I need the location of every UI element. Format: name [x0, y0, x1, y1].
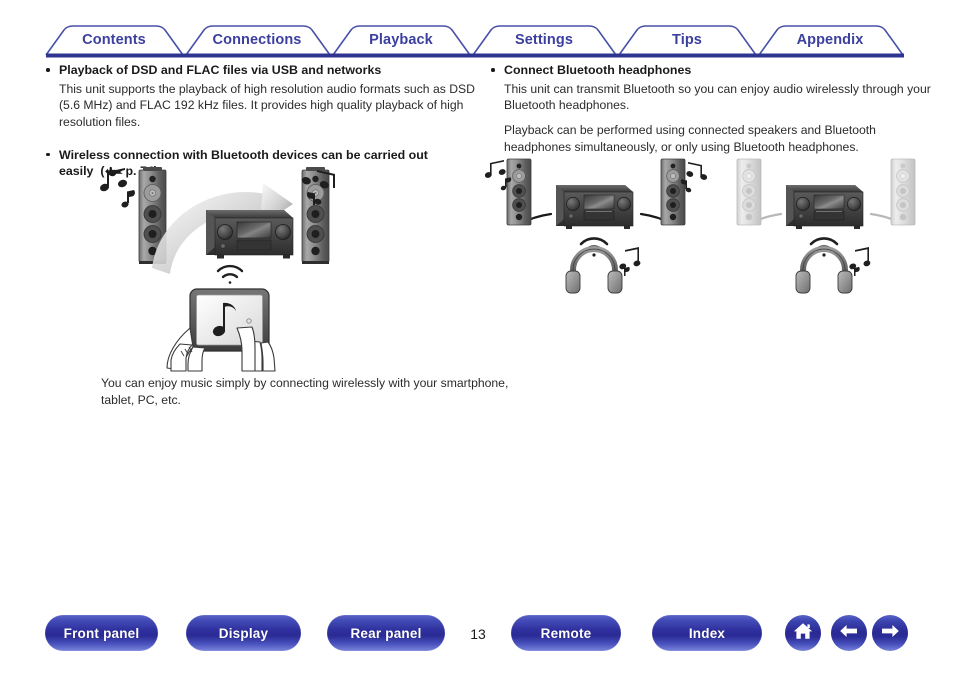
bullet-block-dsd-flac: Playback of DSD and FLAC files via USB a…: [42, 62, 492, 131]
tab-playback[interactable]: Playback: [369, 32, 433, 48]
tab-contents[interactable]: Contents: [82, 32, 146, 48]
previous-page-button[interactable]: [831, 615, 867, 651]
rear-panel-button[interactable]: Rear panel: [327, 615, 445, 651]
tab-connections[interactable]: Connections: [213, 32, 302, 48]
left-caption-text: You can enjoy music simply by connecting…: [101, 376, 509, 408]
top-tab-bar: Contents Connections Playback Settings T…: [0, 0, 954, 62]
right-speaker-muted: [890, 158, 916, 226]
home-icon: [792, 621, 814, 646]
heading-text: Connect Bluetooth headphones: [504, 63, 692, 77]
bullet-dot: [491, 68, 495, 72]
paragraph-bt-headphones-2: Playback can be performed using connecte…: [504, 123, 876, 154]
heading-dsd-flac: Playback of DSD and FLAC files via USB a…: [42, 62, 492, 79]
bullet-block-bt-headphones: Connect Bluetooth headphones This unit c…: [487, 62, 937, 156]
headphones-only-illustration: [715, 154, 937, 294]
heading-bt-headphones: Connect Bluetooth headphones: [487, 62, 937, 79]
av-receiver-left: [206, 210, 294, 259]
tab-appendix[interactable]: Appendix: [797, 32, 864, 48]
display-button[interactable]: Display: [186, 615, 301, 651]
av-receiver-center: [556, 185, 634, 229]
music-notes-left: [100, 168, 135, 208]
paragraph-bt-headphones-1: This unit can transmit Bluetooth so you …: [504, 81, 931, 113]
left-column: Playback of DSD and FLAC files via USB a…: [42, 62, 508, 407]
arrow-right-icon: [879, 622, 901, 645]
left-speaker-active: [506, 158, 532, 226]
arrow-left-icon: [838, 622, 860, 645]
tab-bar-shape: [45, 25, 904, 58]
tab-settings[interactable]: Settings: [515, 32, 573, 48]
bullet-dot: [46, 152, 50, 157]
left-speaker-muted: [736, 158, 762, 226]
music-notes-headphones: [619, 247, 641, 276]
speakers-and-headphones-illustration: [485, 154, 707, 294]
tab-tips[interactable]: Tips: [672, 32, 702, 48]
next-page-button[interactable]: [872, 615, 908, 651]
heading-text-line2: easily: [59, 164, 94, 179]
page-content: Playback of DSD and FLAC files via USB a…: [0, 62, 954, 602]
remote-button[interactable]: Remote: [511, 615, 621, 651]
av-receiver-center: [786, 185, 864, 229]
bullet-dot: [46, 68, 50, 72]
right-speaker-active: [660, 158, 686, 226]
bottom-navigation-bar: Front panel Display Rear panel 13 Remote…: [0, 608, 954, 673]
front-panel-button[interactable]: Front panel: [45, 615, 158, 651]
home-button[interactable]: [785, 615, 821, 651]
right-column: Connect Bluetooth headphones This unit c…: [487, 62, 937, 166]
wifi-signal-icon: [216, 264, 244, 284]
paragraph-dsd-flac: This unit supports the playback of high …: [59, 81, 475, 130]
index-button[interactable]: Index: [652, 615, 762, 651]
tab-bar-underline: [46, 53, 904, 58]
page-number: 13: [470, 626, 486, 642]
heading-text: Playback of DSD and FLAC files via USB a…: [59, 63, 382, 77]
wireless-streaming-illustration: [97, 158, 347, 373]
music-notes-headphones: [849, 247, 871, 276]
